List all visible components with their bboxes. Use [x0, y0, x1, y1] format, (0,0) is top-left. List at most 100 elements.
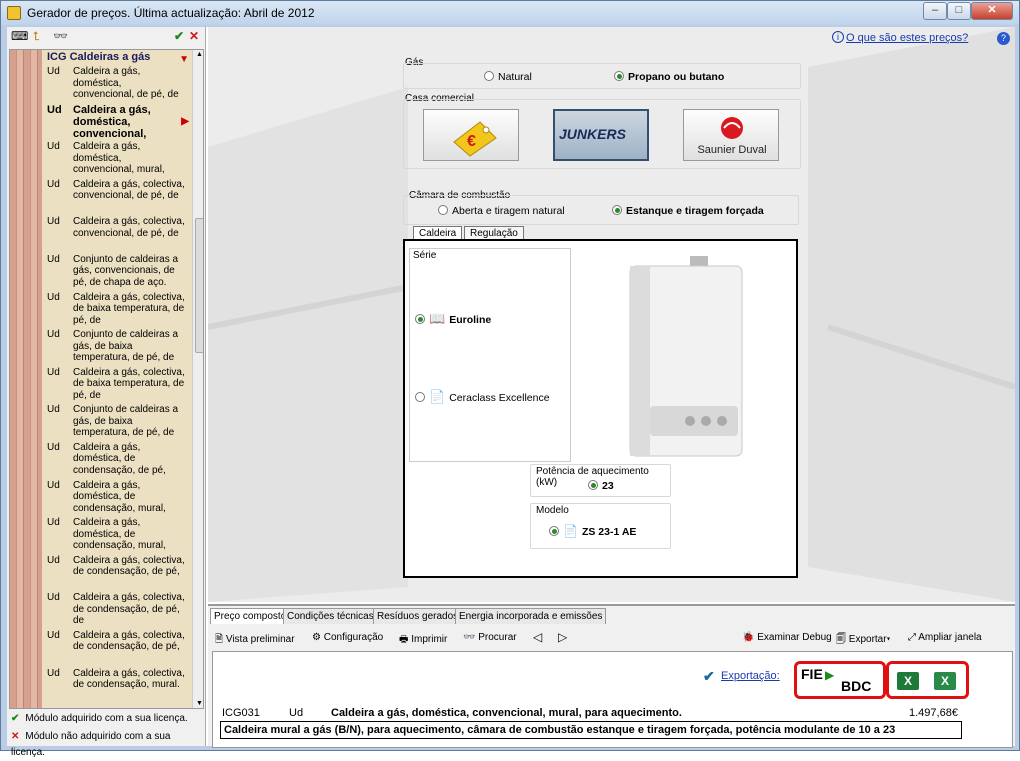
binoculars-icon[interactable]: 👓 — [53, 29, 68, 43]
check-icon[interactable]: ✔ — [174, 29, 184, 43]
left-toolbar: ⌨ ⮤ 👓 ✔ ✕ — [7, 27, 206, 47]
scroll-down-icon[interactable]: ▼ — [196, 700, 203, 707]
tab-caldeira[interactable]: Caldeira — [413, 226, 463, 240]
radio-propano[interactable]: Propano ou butano — [614, 71, 724, 83]
tree-row[interactable]: Ud Caldeira a gás, doméstica, convenciona… — [42, 65, 192, 103]
tree-row-unit: Ud — [47, 366, 60, 378]
expand-button[interactable]: ⤢ Ampliar janela — [908, 632, 982, 643]
config-button[interactable]: ⚙ Configuração — [312, 632, 383, 643]
printer-icon: 🖶 — [399, 634, 409, 645]
preview-button[interactable]: 🗎 Vista preliminar — [215, 632, 295, 649]
radio-ceraclass[interactable]: 📄 Ceraclass Excellence — [415, 389, 550, 405]
search-button[interactable]: 👓 Procurar — [463, 632, 517, 643]
tree-row[interactable]: Ud Conjunto de caldeiras a gás, convencio… — [42, 253, 192, 291]
tab-regulacao[interactable]: Regulação — [464, 226, 524, 240]
tab-condicoes[interactable]: Condições técnicas — [283, 608, 378, 624]
tree-row[interactable]: Ud Caldeira a gás, colectiva, de condensa… — [42, 629, 192, 667]
minimize-button[interactable]: – — [923, 2, 947, 20]
license-legend: ✔ Módulo adquirido com a sua licença. ✕ Mó… — [11, 711, 206, 758]
preview-label: Vista preliminar — [225, 634, 295, 645]
radio-button[interactable] — [614, 71, 624, 81]
expand-label: Ampliar janela — [918, 632, 982, 643]
excel-table-icon[interactable]: X — [934, 672, 956, 690]
application-window: Gerador de preços. Última actualização: … — [0, 0, 1020, 758]
tree-row[interactable]: Ud Caldeira a gás, colectiva, de condensa… — [42, 554, 192, 592]
debug-icon: 🐞 — [742, 632, 755, 643]
potencia-value: 23 — [602, 480, 614, 492]
maximize-button[interactable]: □ — [947, 2, 971, 20]
radio-estanque[interactable]: Estanque e tiragem forçada — [612, 205, 764, 217]
tree-row[interactable]: Ud Caldeira a gás, doméstica, de condensa… — [42, 441, 192, 479]
help-icon[interactable]: ? — [997, 32, 1010, 45]
x-icon[interactable]: ✕ — [189, 29, 199, 43]
tree-row[interactable]: Ud Caldeira a gás, colectiva, de baixa te… — [42, 366, 192, 404]
tree-row[interactable]: Ud Caldeira a gás, doméstica, convenciona… — [42, 140, 192, 178]
tree-row-unit: Ud — [47, 441, 60, 453]
export-button[interactable]: 🗐 Exportar▾ — [836, 632, 890, 649]
tree-row[interactable]: Ud Conjunto de caldeiras a gás, de baixa … — [42, 328, 192, 366]
tree-row[interactable]: Ud Caldeira a gás, colectiva, convenciona… — [42, 215, 192, 253]
chevron-down-icon: ▾ — [886, 634, 891, 645]
tree-header[interactable]: ICG Caldeiras a gás ▼ — [42, 50, 192, 65]
tree-row-unit: Ud — [47, 216, 60, 228]
tree-scrollbar[interactable]: ▲ ▼ — [192, 50, 203, 708]
tab-residuos[interactable]: Resíduos gerados — [373, 608, 463, 624]
radio-modelo[interactable]: 📄 ZS 23-1 AE — [549, 524, 636, 538]
tab-preco-composto[interactable]: Preço composto — [210, 608, 291, 624]
radio-button[interactable] — [415, 392, 425, 402]
radio-button[interactable] — [438, 205, 448, 215]
tree-row[interactable]: Ud Conjunto de caldeiras a gás, de baixa … — [42, 403, 192, 441]
excel-icon[interactable]: X — [897, 672, 919, 690]
tree-row-unit: Ud — [47, 329, 60, 341]
radio-button[interactable] — [415, 314, 425, 324]
radio-euroline[interactable]: 📖 Euroline — [415, 311, 491, 327]
brand-generic-button[interactable]: € — [423, 109, 519, 161]
tree-row-text: Caldeira a gás, colectiva, de baixa temp… — [73, 366, 185, 401]
radio-aberta[interactable]: Aberta e tiragem natural — [438, 205, 565, 217]
radio-button[interactable] — [484, 71, 494, 81]
prev-arrow-icon[interactable]: ◁ — [533, 630, 542, 644]
tree-row-unit: Ud — [47, 66, 60, 77]
tree-row-text: Caldeira a gás, colectiva, de condensaçã… — [73, 592, 185, 627]
tree-row[interactable]: Ud Caldeira a gás, colectiva, de condensa… — [42, 591, 192, 629]
export-link[interactable]: Exportação: — [721, 670, 780, 682]
tab-energia[interactable]: Energia incorporada e emissões — [455, 608, 607, 624]
brand-junkers-button[interactable]: JUNKERS — [553, 109, 649, 161]
radio-button[interactable] — [612, 205, 622, 215]
fiebdc-export-button[interactable]: FIE ▶ BDC — [794, 661, 886, 699]
tree-row[interactable]: Ud Caldeira a gás, colectiva, de condensa… — [42, 667, 192, 705]
radio-propano-label: Propano ou butano — [628, 71, 725, 83]
tree-row[interactable]: Ud Caldeira a gás, doméstica, de condensa… — [42, 479, 192, 517]
serie-label: Série — [413, 250, 437, 261]
gear-icon: ⚙ — [312, 632, 321, 643]
close-button[interactable]: ✕ — [971, 2, 1013, 20]
tree-row[interactable]: Ud Caldeira a gás, doméstica, de condensa… — [42, 516, 192, 554]
price-toolbar: 🗎 Vista preliminar ⚙ Configuração 🖶 Impr… — [208, 627, 1015, 649]
info-icon: i — [832, 31, 844, 43]
tree-row-unit: Ud — [47, 517, 60, 529]
radio-button[interactable] — [588, 480, 598, 490]
scroll-thumb[interactable] — [195, 218, 203, 353]
tree-row[interactable]: Ud Caldeira a gás, doméstica, convenciona… — [42, 103, 192, 141]
folder-up-icon[interactable]: ⮤ — [33, 29, 40, 44]
radio-potencia[interactable]: 23 — [588, 480, 614, 492]
brand-saunier-button[interactable]: Saunier Duval — [683, 109, 779, 161]
help-link[interactable]: O que são estes preços? — [846, 32, 968, 44]
scroll-up-icon[interactable]: ▲ — [196, 51, 203, 58]
window-title: Gerador de preços. Última actualização: … — [27, 6, 315, 20]
keyboard-icon[interactable]: ⌨ — [11, 29, 28, 43]
next-arrow-icon[interactable]: ▷ — [558, 630, 567, 644]
radio-button[interactable] — [549, 526, 559, 536]
tree-row[interactable]: Ud Caldeira a gás, colectiva, convenciona… — [42, 178, 192, 216]
print-button[interactable]: 🖶 Imprimir — [399, 632, 447, 649]
radio-natural[interactable]: Natural — [484, 71, 532, 83]
tree-row-text: Caldeira a gás, doméstica, de condensaçã… — [73, 517, 166, 552]
modelo-label: Modelo — [536, 505, 569, 516]
debug-button[interactable]: 🐞 Examinar Debug — [742, 632, 832, 643]
brand-euro-label: € — [467, 133, 476, 150]
config-label: Configuração — [323, 632, 384, 643]
tree-row-unit: Ud — [47, 404, 60, 416]
tree-row[interactable]: Ud Caldeira a gás, colectiva, de baixa te… — [42, 291, 192, 329]
tree-row-text: Caldeira a gás, colectiva, de condensaçã… — [73, 667, 185, 691]
price-value: 1.497,68€ — [909, 707, 958, 719]
